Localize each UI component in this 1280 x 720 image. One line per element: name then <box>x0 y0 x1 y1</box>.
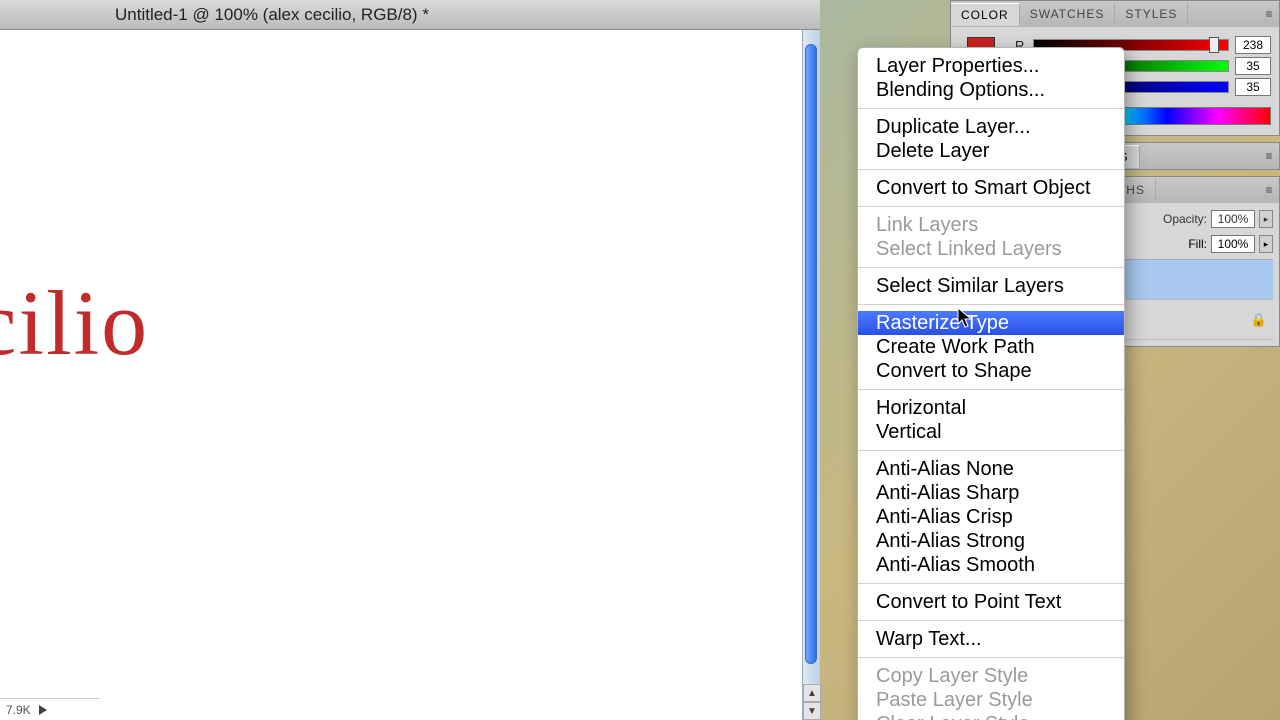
menu-item-blending_options[interactable]: Blending Options... <box>858 78 1124 102</box>
tab-swatches[interactable]: SWATCHES <box>1020 3 1116 25</box>
menu-item-rasterize_type[interactable]: Rasterize Type <box>858 311 1124 335</box>
tab-color[interactable]: COLOR <box>951 3 1020 26</box>
menu-item-select_similar[interactable]: Select Similar Layers <box>858 274 1124 298</box>
scroll-up-icon[interactable]: ▲ <box>803 684 821 702</box>
scroll-down-icon[interactable]: ▼ <box>803 702 821 720</box>
menu-item-duplicate_layer[interactable]: Duplicate Layer... <box>858 115 1124 139</box>
menu-separator <box>858 108 1124 109</box>
menu-separator <box>858 206 1124 207</box>
r-slider-thumb[interactable] <box>1209 37 1219 53</box>
r-value[interactable]: 238 <box>1235 36 1271 54</box>
menu-separator <box>858 450 1124 451</box>
opacity-label: Opacity: <box>1163 212 1207 226</box>
menu-item-select_linked: Select Linked Layers <box>858 237 1124 261</box>
panel-flyout-icon[interactable]: ≡ <box>1259 4 1279 24</box>
menu-item-aa_smooth[interactable]: Anti-Alias Smooth <box>858 553 1124 577</box>
menu-item-clear_layer_style: Clear Layer Style <box>858 712 1124 720</box>
document-titlebar[interactable]: Untitled-1 @ 100% (alex cecilio, RGB/8) … <box>0 0 820 30</box>
opacity-input[interactable]: 100% <box>1211 210 1255 228</box>
layer-lock-icon: 🔒 <box>1251 312 1267 328</box>
menu-item-layer_properties[interactable]: Layer Properties... <box>858 54 1124 78</box>
footer-zoom: 7.9K <box>6 703 31 717</box>
vertical-scrollbar[interactable]: ▲ ▼ <box>802 30 820 720</box>
canvas-area: cecilio ▲ ▼ <box>0 30 820 720</box>
canvas-text-layer[interactable]: cecilio <box>0 270 149 376</box>
document-title: Untitled-1 @ 100% (alex cecilio, RGB/8) … <box>115 5 429 25</box>
menu-separator <box>858 389 1124 390</box>
layers-flyout-icon[interactable]: ≡ <box>1259 180 1279 200</box>
menu-item-warp_text[interactable]: Warp Text... <box>858 627 1124 651</box>
menu-item-aa_none[interactable]: Anti-Alias None <box>858 457 1124 481</box>
vertical-scrollbar-thumb[interactable] <box>805 44 817 664</box>
menu-item-link_layers: Link Layers <box>858 213 1124 237</box>
document-window: Untitled-1 @ 100% (alex cecilio, RGB/8) … <box>0 0 820 720</box>
g-value[interactable]: 35 <box>1235 57 1271 75</box>
menu-item-paste_layer_style: Paste Layer Style <box>858 688 1124 712</box>
color-panel-tabs: COLOR SWATCHES STYLES ≡ <box>951 1 1279 27</box>
tab-styles[interactable]: STYLES <box>1115 3 1188 25</box>
menu-item-convert_smart[interactable]: Convert to Smart Object <box>858 176 1124 200</box>
menu-separator <box>858 169 1124 170</box>
menu-item-convert_shape[interactable]: Convert to Shape <box>858 359 1124 383</box>
menu-item-aa_sharp[interactable]: Anti-Alias Sharp <box>858 481 1124 505</box>
menu-separator <box>858 583 1124 584</box>
menu-item-vertical[interactable]: Vertical <box>858 420 1124 444</box>
menu-separator <box>858 657 1124 658</box>
menu-separator <box>858 620 1124 621</box>
document-footer: 7.9K <box>0 698 100 720</box>
layer-context-menu[interactable]: Layer Properties...Blending Options... Du… <box>857 47 1125 720</box>
menu-item-aa_crisp[interactable]: Anti-Alias Crisp <box>858 505 1124 529</box>
menu-separator <box>858 267 1124 268</box>
menu-item-create_work_path[interactable]: Create Work Path <box>858 335 1124 359</box>
menu-item-aa_strong[interactable]: Anti-Alias Strong <box>858 529 1124 553</box>
menu-item-delete_layer[interactable]: Delete Layer <box>858 139 1124 163</box>
play-icon[interactable] <box>39 705 47 715</box>
b-value[interactable]: 35 <box>1235 78 1271 96</box>
canvas[interactable]: cecilio <box>0 30 802 720</box>
opacity-stepper[interactable]: ▸ <box>1259 210 1273 228</box>
menu-item-copy_layer_style: Copy Layer Style <box>858 664 1124 688</box>
menu-item-horizontal[interactable]: Horizontal <box>858 396 1124 420</box>
fill-input[interactable]: 100% <box>1211 235 1255 253</box>
masks-flyout-icon[interactable]: ≡ <box>1259 146 1279 166</box>
menu-separator <box>858 304 1124 305</box>
fill-stepper[interactable]: ▸ <box>1259 235 1273 253</box>
menu-item-convert_point_text[interactable]: Convert to Point Text <box>858 590 1124 614</box>
fill-label: Fill: <box>1188 237 1207 251</box>
